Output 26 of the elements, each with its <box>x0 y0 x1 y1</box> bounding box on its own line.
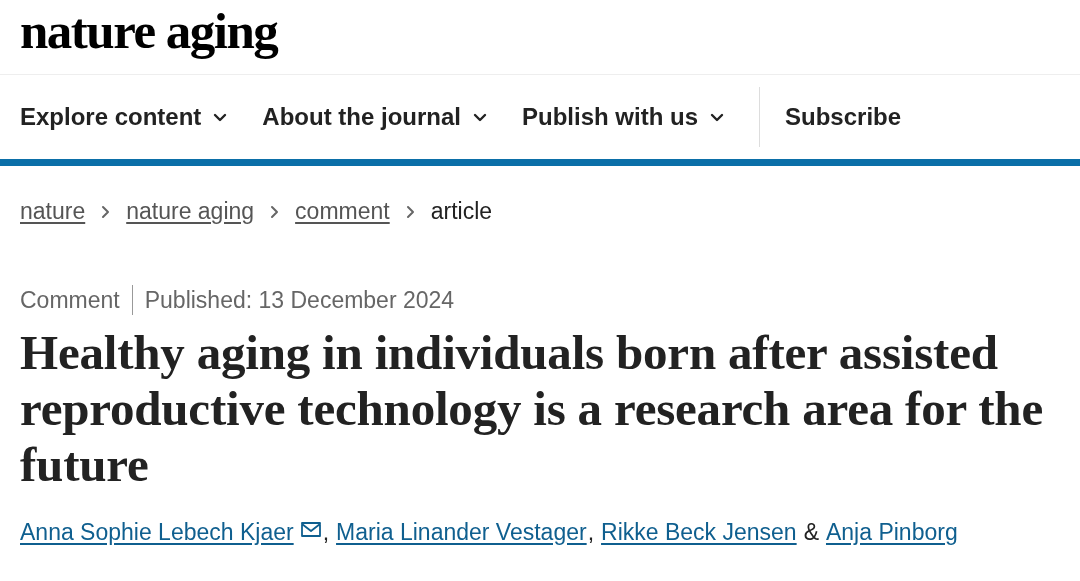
chevron-down-icon <box>213 112 228 122</box>
breadcrumb-link[interactable]: nature <box>20 198 86 225</box>
nav-menu-item[interactable]: Explore content <box>20 75 262 159</box>
article-title: Healthy aging in individuals born after assisted reproductive technology is a research area for the future <box>20 325 1044 493</box>
nav-menu-item[interactable]: About the journal <box>262 75 521 159</box>
nav-menu-item[interactable]: Subscribe <box>759 87 936 147</box>
nav-menu-item[interactable]: Publish with us <box>522 75 759 159</box>
breadcrumb-current: article <box>430 198 493 225</box>
article-type: Comment <box>20 285 133 315</box>
author-separator: & <box>803 519 819 546</box>
author-link[interactable]: Anna Sophie Lebech Kjaer <box>20 519 294 546</box>
author-link[interactable]: Rikke Beck Jensen <box>601 519 797 546</box>
author-link[interactable]: Anja Pinborg <box>826 519 958 546</box>
author-link[interactable]: Maria Linander Vestager <box>336 519 587 546</box>
author-separator: , <box>587 519 595 546</box>
publish-date: Published: 13 December 2024 <box>143 286 455 314</box>
chevron-down-icon <box>710 112 725 122</box>
breadcrumb-link[interactable]: comment <box>295 198 390 225</box>
chevron-right-icon <box>101 204 111 219</box>
chevron-down-icon <box>473 112 487 122</box>
breadcrumb-link[interactable]: nature aging <box>126 198 255 225</box>
chevron-right-icon <box>270 204 280 219</box>
author-separator: , <box>322 519 330 546</box>
chevron-right-icon <box>405 204 415 219</box>
journal-logo[interactable]: nature aging <box>20 2 278 60</box>
envelope-icon[interactable] <box>299 521 322 538</box>
